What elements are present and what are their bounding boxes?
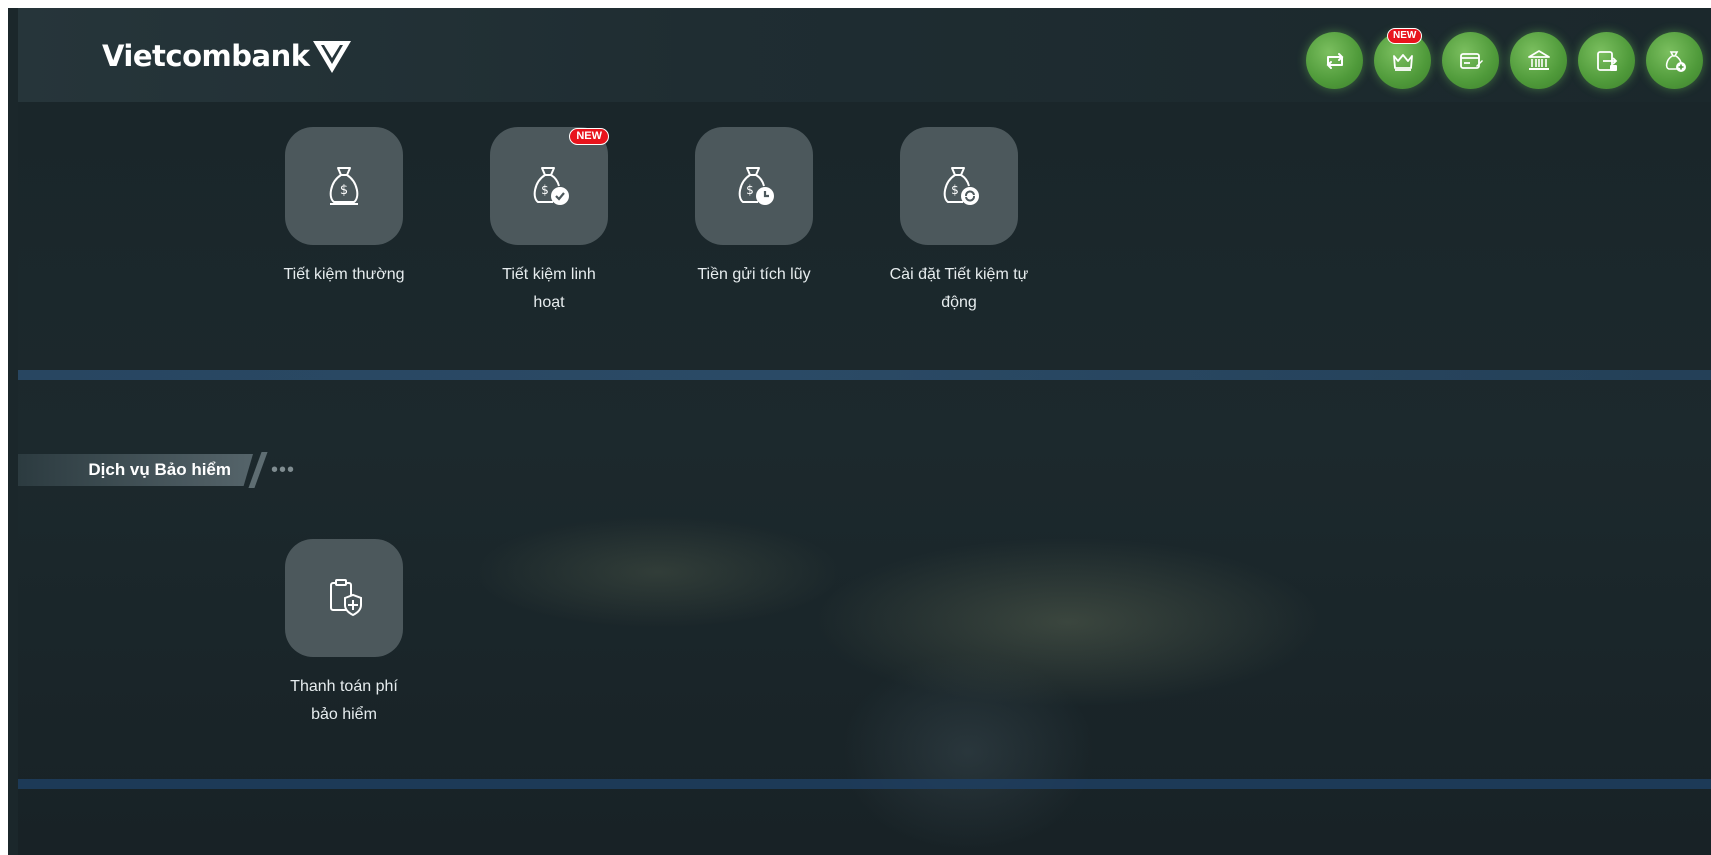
- transfer-icon: [1326, 52, 1343, 69]
- new-badge: NEW: [1387, 28, 1423, 44]
- tile-label: Tiết kiệm linh hoạt: [502, 266, 596, 311]
- money-bag-add-icon: [1665, 50, 1686, 72]
- tile-label: Tiết kiệm thường: [283, 266, 405, 283]
- svg-text:$: $: [541, 183, 549, 197]
- money-bag-clock-icon: $: [738, 167, 774, 205]
- tile-icon-box: $: [695, 127, 813, 245]
- quick-savings-add-button[interactable]: [1646, 32, 1703, 89]
- quick-bank-button[interactable]: [1510, 32, 1567, 89]
- tile-icon-box: $: [900, 127, 1018, 245]
- tile-savings-regular[interactable]: $ Tiết kiệm thường: [269, 127, 419, 289]
- section-title: Dịch vụ Bảo hiểm: [88, 460, 231, 479]
- svg-text:$: $: [951, 183, 959, 197]
- card-payment-icon: [1459, 52, 1483, 69]
- main-content: $ Tiết kiệm thường NEW $ Tiết kiệm linh …: [18, 102, 1711, 855]
- section-header-insurance: Dịch vụ Bảo hiểm •••: [18, 452, 295, 488]
- section-title-bar: Dịch vụ Bảo hiểm: [18, 454, 253, 486]
- tile-icon-box: NEW $: [490, 127, 609, 245]
- svg-text:$: $: [340, 183, 348, 198]
- tile-insurance-payment[interactable]: Thanh toán phí bảo hiểm: [269, 539, 419, 729]
- quick-actions-bar: NEW: [1306, 28, 1703, 89]
- quick-transfer-button[interactable]: [1306, 32, 1363, 89]
- top-header: Vietcombank NEW: [18, 8, 1711, 102]
- bank-icon: [1527, 49, 1550, 70]
- quick-phone-transfer-button[interactable]: [1578, 32, 1635, 89]
- money-bag-refresh-icon: $: [943, 167, 979, 205]
- crown-icon: [1392, 53, 1413, 71]
- section-divider: [18, 370, 1711, 380]
- phone-transfer-icon: [1596, 50, 1617, 71]
- money-bag-check-icon: $: [533, 167, 569, 205]
- tile-label: Tiền gửi tích lũy: [697, 266, 811, 283]
- tile-icon-box: [285, 539, 403, 657]
- quick-vip-button[interactable]: NEW: [1374, 28, 1431, 89]
- new-badge: NEW: [569, 128, 609, 145]
- tile-icon-box: $: [285, 127, 403, 245]
- bottom-divider: [18, 779, 1711, 789]
- svg-text:$: $: [746, 183, 754, 197]
- tile-accumulated-deposit[interactable]: $ Tiền gửi tích lũy: [679, 127, 829, 289]
- brand-name: Vietcombank: [102, 39, 310, 73]
- clipboard-shield-icon: [330, 579, 362, 617]
- app-window: Vietcombank NEW $ Tiết kiệm thường NEW $…: [8, 8, 1711, 855]
- tile-auto-savings-setup[interactable]: $ Cài đặt Tiết kiệm tự động: [884, 127, 1034, 317]
- tile-label: Thanh toán phí bảo hiểm: [290, 678, 398, 723]
- vietcombank-logo[interactable]: Vietcombank: [102, 36, 352, 76]
- quick-card-payment-button[interactable]: [1442, 32, 1499, 89]
- tile-savings-flexible[interactable]: NEW $ Tiết kiệm linh hoạt: [474, 127, 624, 317]
- section-more-icon[interactable]: •••: [271, 460, 295, 480]
- logo-emblem-icon: [312, 41, 351, 73]
- money-bag-icon: $: [329, 167, 359, 205]
- tile-label: Cài đặt Tiết kiệm tự động: [889, 266, 1029, 311]
